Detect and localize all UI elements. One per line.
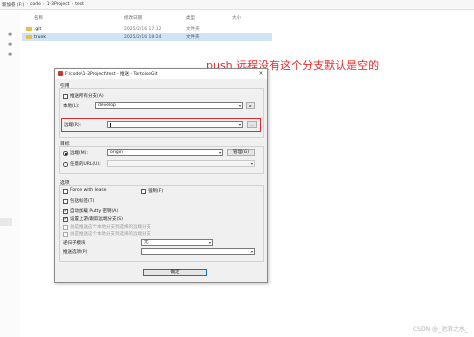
remote-select[interactable]: origin ▾ — [107, 149, 223, 156]
url-radio[interactable] — [63, 162, 68, 167]
include-tags-checkbox[interactable] — [63, 199, 68, 204]
force-with-lease-checkbox[interactable] — [63, 189, 68, 194]
chevron-down-icon: ▾ — [238, 103, 241, 108]
breadcrumb-item-code[interactable]: code — [30, 2, 41, 7]
chevron-right-icon: › — [71, 2, 74, 7]
remote-radio[interactable] — [63, 151, 68, 156]
always-push-remote-label: 总是推送这个本地分支到选择的远端分支 — [70, 232, 151, 237]
chevron-right-icon: › — [42, 2, 45, 7]
breadcrumb: 新加卷 (F:) › code › 1-3Project › test — [0, 0, 474, 10]
column-header: 名称 修改日期 类型 大小 — [22, 14, 272, 22]
column-modified[interactable]: 修改日期 — [124, 15, 142, 21]
chevron-right-icon: › — [26, 2, 29, 7]
file-name: .git — [34, 26, 42, 32]
text-caret — [110, 122, 111, 127]
push-all-branches-checkbox[interactable] — [63, 94, 68, 99]
breadcrumb-item-test[interactable]: test — [75, 2, 84, 7]
folder-icon — [26, 26, 32, 32]
url-input[interactable]: ▾ — [107, 160, 255, 167]
chevron-down-icon: ▾ — [208, 240, 211, 245]
always-push-selected-checkbox[interactable] — [63, 225, 68, 230]
nav-scroll-thumb[interactable] — [0, 218, 12, 226]
dialog-titlebar[interactable]: F:\code\1-3Project\test - 推送 - TortoiseG… — [55, 69, 267, 79]
file-name: trunk — [34, 34, 46, 40]
remote-select-value: origin — [110, 150, 123, 155]
remote-branch-select[interactable]: ▾ — [107, 121, 243, 128]
file-modified: 2025/2/16 17:12 — [124, 26, 162, 32]
force-label: 强制(F) — [148, 189, 164, 194]
remote-branch-browse-button[interactable]: ... — [247, 121, 257, 128]
local-label: 本地(L): — [63, 104, 80, 109]
column-name[interactable]: 名称 — [34, 15, 43, 21]
local-branch-select[interactable]: develop ▾ — [95, 102, 243, 109]
recurse-submodules-value: 无 — [144, 240, 149, 245]
manage-remotes-button[interactable]: 管理(G) — [227, 149, 255, 156]
column-size[interactable]: 大小 — [232, 15, 241, 21]
dialog-title: F:\code\1-3Project\test - 推送 - TortoiseG… — [65, 72, 158, 77]
pin-icon: ✱ — [8, 32, 13, 38]
column-type[interactable]: 类型 — [186, 15, 195, 21]
push-options-input[interactable]: ▾ — [141, 248, 255, 255]
file-row[interactable]: .git 2025/2/16 17:12 文件夹 — [22, 25, 272, 33]
close-button[interactable]: × — [257, 70, 265, 78]
breadcrumb-item-project[interactable]: 1-3Project — [47, 2, 70, 7]
chevron-down-icon: ▾ — [238, 122, 241, 127]
include-tags-label: 包括标签(T) — [70, 199, 95, 204]
local-branch-value: develop — [98, 103, 116, 108]
remote-radio-label: 远端(M): — [70, 151, 88, 156]
navigation-pane: ✱ ✱ ✱ — [0, 10, 20, 337]
always-push-selected-label: 总是推送这个本地分支到选择的远端分支 — [70, 225, 151, 230]
recurse-submodules-label: 递归子模块 — [63, 241, 86, 246]
chevron-down-icon: ▾ — [218, 150, 221, 155]
file-row[interactable]: trunk 2025/2/16 18:24 文件夹 — [22, 33, 272, 41]
recurse-submodules-select[interactable]: 无 ▾ — [141, 239, 213, 246]
ok-button[interactable]: 确定 — [143, 269, 207, 276]
tortoisegit-icon — [58, 71, 63, 76]
pin-icon: ✱ — [8, 42, 13, 48]
file-type: 文件夹 — [186, 27, 200, 32]
chevron-down-icon: ▾ — [250, 249, 253, 254]
breadcrumb-item-drive[interactable]: 新加卷 (F:) — [2, 2, 24, 8]
push-dialog: F:\code\1-3Project\test - 推送 - TortoiseG… — [54, 68, 268, 283]
folder-icon — [26, 34, 32, 40]
set-upstream-label: 设置上游/跟踪远端分支(S) — [70, 217, 123, 222]
chevron-down-icon: ▾ — [250, 161, 253, 166]
push-all-branches-label: 推送所有分支(A) — [70, 94, 104, 99]
file-type: 文件夹 — [186, 35, 200, 40]
autoload-putty-label: 自动加载 Putty 密钥(A) — [70, 209, 119, 214]
watermark: CSDN @_池浪之水_ — [412, 326, 468, 333]
always-push-remote-checkbox[interactable] — [63, 232, 68, 237]
set-upstream-checkbox[interactable] — [63, 216, 68, 222]
pin-icon: ✱ — [8, 52, 13, 58]
push-options-label: 推送选项(P) — [63, 250, 88, 255]
force-with-lease-label: Force with lease — [70, 188, 107, 193]
force-checkbox[interactable] — [141, 189, 146, 194]
autoload-putty-checkbox[interactable] — [63, 208, 68, 214]
remote-label: 远端(R): — [64, 123, 82, 128]
file-modified: 2025/2/16 18:24 — [124, 34, 162, 40]
url-radio-label: 任意的URL(U): — [70, 162, 101, 167]
local-branch-next-button[interactable]: ▸ — [246, 102, 255, 109]
